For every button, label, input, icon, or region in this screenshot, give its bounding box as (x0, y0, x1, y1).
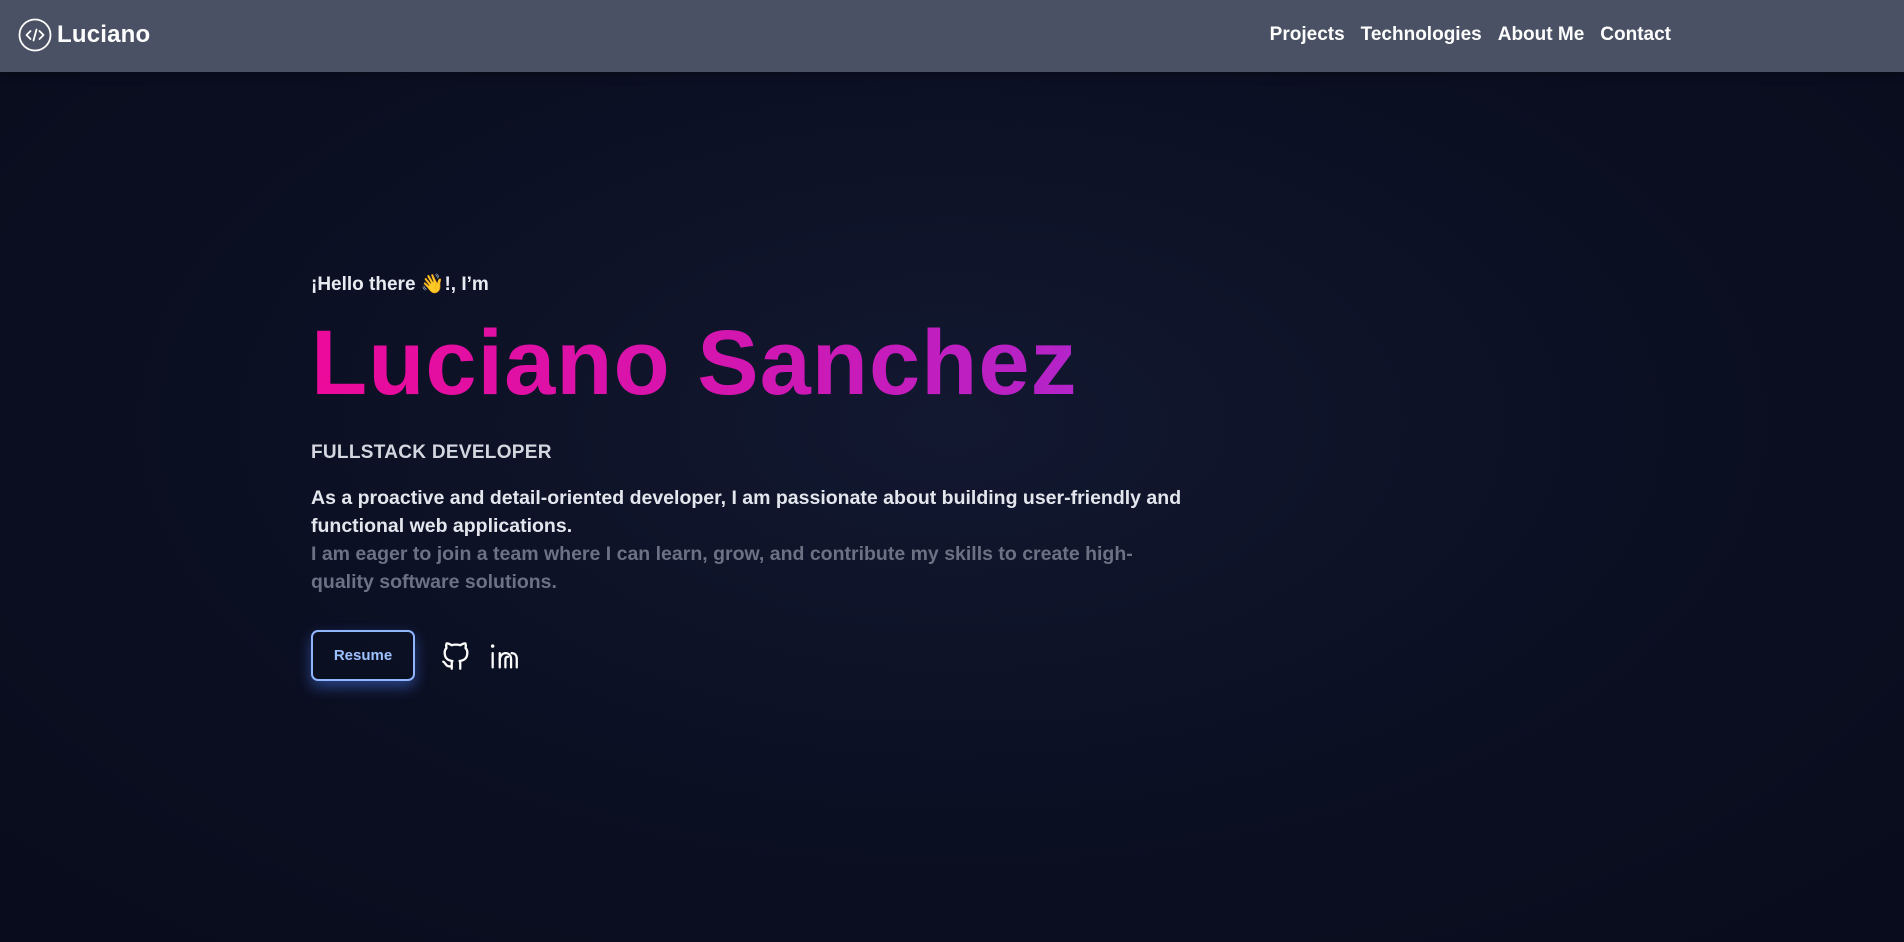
social-links (439, 639, 521, 673)
hero-greeting: ¡Hello there 👋!, I’m (311, 274, 489, 295)
hero-description-secondary: I am eager to join a team where I can le… (311, 543, 1133, 593)
code-icon (18, 18, 52, 52)
nav-link-technologies[interactable]: Technologies (1361, 24, 1482, 46)
nav-link-projects[interactable]: Projects (1270, 24, 1345, 46)
nav-link-contact[interactable]: Contact (1600, 24, 1671, 46)
brand-link[interactable]: Luciano (18, 18, 150, 52)
hero-description-primary: As a proactive and detail-oriented devel… (311, 487, 1182, 537)
linkedin-icon[interactable] (487, 639, 521, 673)
brand-name: Luciano (57, 21, 151, 48)
github-icon[interactable] (439, 639, 473, 673)
resume-button[interactable]: Resume (311, 630, 415, 681)
hero-role: FULLSTACK DEVELOPER (311, 442, 552, 463)
nav-links: Projects Technologies About Me Contact (1270, 24, 1671, 46)
nav-link-about-me[interactable]: About Me (1498, 24, 1585, 46)
navbar: Luciano Projects Technologies About Me C… (0, 0, 1904, 72)
hero-actions: Resume (311, 630, 1191, 681)
hero-section: ¡Hello there 👋!, I’m Luciano Sanchez FUL… (311, 272, 1191, 681)
hero-name: Luciano Sanchez (311, 312, 1078, 414)
